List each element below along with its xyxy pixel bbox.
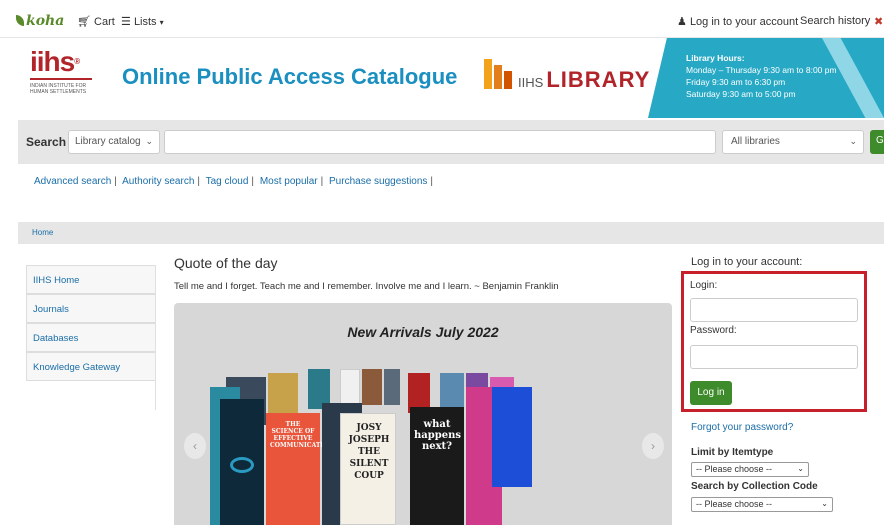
- tag-cloud-link[interactable]: Tag cloud: [206, 176, 249, 187]
- user-icon: ♟: [677, 16, 687, 28]
- new-arrivals-carousel[interactable]: New Arrivals July 2022 THE SCIENCE OF EF…: [174, 303, 672, 525]
- nav-item-iihs-home[interactable]: IIHS Home: [26, 265, 156, 294]
- cart-link[interactable]: 🛒︎ Cart: [77, 15, 115, 28]
- collection-code-heading: Search by Collection Code: [691, 481, 818, 492]
- login-heading: Log in to your account:: [691, 256, 803, 268]
- collection-code-select[interactable]: -- Please choose -- ⌄: [691, 497, 833, 512]
- search-scope-select[interactable]: Library catalog ⌄: [68, 130, 160, 154]
- nav-item-databases[interactable]: Databases: [26, 323, 156, 352]
- list-icon: ☰: [121, 16, 131, 28]
- itemtype-heading: Limit by Itemtype: [691, 447, 774, 458]
- most-popular-link[interactable]: Most popular: [260, 176, 318, 187]
- quote-heading: Quote of the day: [174, 255, 278, 271]
- cart-icon: 🛒︎: [77, 16, 91, 28]
- chevron-down-icon: ⌄: [797, 464, 804, 473]
- clear-history-icon[interactable]: ✖: [874, 15, 883, 28]
- login-link[interactable]: ♟ Log in to your account: [677, 15, 798, 28]
- eye-icon: [230, 457, 254, 473]
- koha-logo[interactable]: koha: [16, 13, 64, 29]
- book-cover[interactable]: what happens next?: [410, 407, 464, 525]
- quote-text: Tell me and I forget. Teach me and I rem…: [174, 281, 559, 292]
- library-select[interactable]: All libraries ⌄: [722, 130, 864, 154]
- left-nav: IIHS Home Journals Databases Knowledge G…: [26, 265, 156, 381]
- login-label: Login:: [690, 280, 718, 291]
- search-input[interactable]: [164, 130, 716, 154]
- library-mark-icon: [484, 59, 514, 89]
- password-label: Password:: [690, 325, 737, 336]
- chevron-down-icon: ⌄: [849, 136, 857, 146]
- library-hours-text: Library Hours: Monday – Thursday 9:30 am…: [686, 53, 837, 99]
- book-cover[interactable]: [220, 399, 264, 525]
- leaf-icon: [16, 15, 24, 26]
- chevron-down-icon: ⌄: [145, 136, 153, 146]
- top-navbar: koha 🛒︎ Cart ☰ Lists ▾ ♟ Log in to your …: [0, 0, 884, 38]
- chevron-down-icon: ⌄: [821, 499, 828, 508]
- breadcrumb-home-link[interactable]: Home: [32, 228, 53, 237]
- itemtype-select[interactable]: -- Please choose -- ⌄: [691, 462, 809, 477]
- book-cover[interactable]: [362, 369, 382, 405]
- book-cover[interactable]: [384, 369, 400, 405]
- breadcrumb: Home: [18, 222, 884, 244]
- page-title: Online Public Access Catalogue: [122, 64, 458, 89]
- book-cover[interactable]: THE SCIENCE OF EFFECTIVE COMMUNICATION: [266, 413, 334, 525]
- go-button[interactable]: Go: [870, 130, 884, 154]
- site-header: iihs® INDIAN INSTITUTE FOR HUMAN SETTLEM…: [0, 38, 884, 118]
- purchase-suggestions-link[interactable]: Purchase suggestions: [329, 176, 427, 187]
- search-label: Search: [26, 135, 67, 149]
- book-cover[interactable]: [340, 369, 360, 405]
- search-history-link[interactable]: Search history: [800, 15, 870, 27]
- search-links: Advanced search | Authority search | Tag c…: [34, 176, 434, 187]
- carousel-prev-button[interactable]: ‹: [184, 433, 206, 459]
- book-cover[interactable]: JOSY JOSEPH THE SILENT COUP: [340, 413, 396, 525]
- authority-search-link[interactable]: Authority search: [122, 176, 194, 187]
- carousel-title: New Arrivals July 2022: [347, 324, 499, 340]
- nav-item-journals[interactable]: Journals: [26, 294, 156, 323]
- login-field[interactable]: [690, 298, 858, 322]
- login-button[interactable]: Log in: [690, 381, 732, 405]
- lists-menu[interactable]: ☰ Lists ▾: [121, 15, 164, 28]
- caret-down-icon: ▾: [159, 18, 164, 27]
- carousel-next-button[interactable]: ›: [642, 433, 664, 459]
- nav-item-knowledge-gateway[interactable]: Knowledge Gateway: [26, 352, 156, 381]
- iihs-logo[interactable]: iihs® INDIAN INSTITUTE FOR HUMAN SETTLEM…: [30, 48, 100, 95]
- forgot-password-link[interactable]: Forgot your password?: [691, 422, 793, 433]
- advanced-search-link[interactable]: Advanced search: [34, 176, 111, 187]
- search-bar: Search Library catalog ⌄ All libraries ⌄ G…: [18, 120, 884, 164]
- book-cover[interactable]: [492, 387, 532, 487]
- password-field[interactable]: [690, 345, 858, 369]
